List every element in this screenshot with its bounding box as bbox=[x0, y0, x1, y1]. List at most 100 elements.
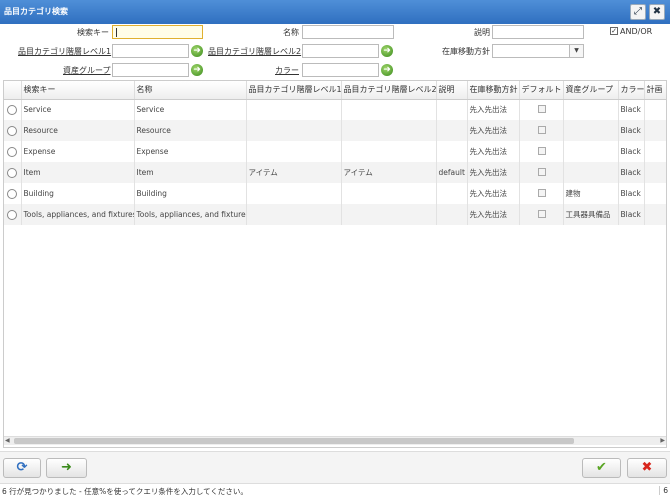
movement-policy-label: 在庫移動方針 bbox=[442, 47, 490, 56]
row-radio[interactable] bbox=[7, 209, 17, 220]
table-cell bbox=[644, 141, 666, 162]
name-input[interactable] bbox=[302, 25, 394, 39]
table-cell bbox=[341, 99, 437, 120]
refresh-button[interactable]: ⟳ bbox=[3, 458, 41, 478]
row-select-cell[interactable] bbox=[4, 141, 22, 162]
level2-label[interactable]: 品目カテゴリ階層レベル2 bbox=[208, 46, 301, 57]
level1-label[interactable]: 品目カテゴリ階層レベル1 bbox=[18, 46, 111, 57]
default-checkbox bbox=[537, 209, 546, 218]
arrow-right-icon: ➜ bbox=[61, 460, 72, 475]
row-radio[interactable] bbox=[7, 104, 17, 115]
column-header[interactable]: 品目カテゴリ階層レベル2 bbox=[341, 81, 437, 100]
table-cell bbox=[246, 99, 342, 120]
column-header[interactable]: 在庫移動方針 bbox=[467, 81, 520, 100]
movement-policy-select[interactable] bbox=[492, 44, 570, 58]
asset-group-label[interactable]: 資産グループ bbox=[63, 65, 111, 76]
table-cell bbox=[519, 141, 564, 162]
row-select-cell[interactable] bbox=[4, 204, 22, 225]
cancel-button[interactable]: ✖ bbox=[627, 458, 667, 478]
table-cell bbox=[341, 204, 437, 225]
asset-group-input[interactable] bbox=[112, 63, 189, 77]
status-bar: 6 行が見つかりました - 任意%を使ってクエリ条件を入力してください。 6 bbox=[0, 483, 670, 497]
table-cell: 工具器具備品 bbox=[563, 204, 619, 225]
column-header[interactable]: 資産グループ bbox=[563, 81, 619, 100]
row-radio[interactable] bbox=[7, 167, 17, 178]
scrollbar-thumb[interactable] bbox=[14, 438, 574, 444]
asset-group-lookup-icon[interactable]: ➜ bbox=[191, 64, 203, 76]
column-header[interactable]: 品目カテゴリ階層レベル1 bbox=[246, 81, 342, 100]
button-bar: ⟳ ➜ ✔ ✖ bbox=[0, 451, 670, 483]
table-cell bbox=[519, 204, 564, 225]
horizontal-scrollbar[interactable]: ◀ ▶ bbox=[4, 436, 666, 445]
table-cell: Building bbox=[21, 183, 135, 204]
search-key-input[interactable] bbox=[112, 25, 203, 39]
column-header[interactable]: 名称 bbox=[134, 81, 247, 100]
column-header[interactable]: デフォルト bbox=[519, 81, 564, 100]
row-radio[interactable] bbox=[7, 188, 17, 199]
chevron-down-icon[interactable]: ▼ bbox=[570, 44, 584, 58]
column-header[interactable]: 計画 bbox=[644, 81, 666, 100]
table-cell bbox=[519, 120, 564, 141]
table-cell: Black bbox=[618, 99, 645, 120]
table-cell: 先入先出法 bbox=[467, 204, 520, 225]
default-checkbox bbox=[537, 188, 546, 197]
table-cell bbox=[519, 162, 564, 183]
table-row[interactable]: Tools, appliances, and fixtures Tools, ap… bbox=[4, 204, 666, 225]
column-header[interactable]: カラー bbox=[618, 81, 645, 100]
description-label: 説明 bbox=[474, 28, 490, 37]
table-cell: Item bbox=[134, 162, 247, 183]
table-row[interactable]: Expense Expense 先入先出法 Black bbox=[4, 141, 666, 162]
scroll-left-icon[interactable]: ◀ bbox=[5, 437, 10, 444]
window-title: 品目カテゴリ検索 bbox=[4, 7, 68, 16]
close-icon[interactable]: ✖ bbox=[649, 4, 665, 20]
column-header[interactable]: 検索キー bbox=[21, 81, 135, 100]
table-cell: アイテム bbox=[341, 162, 437, 183]
window-titlebar: 品目カテゴリ検索 ⤢ ✖ bbox=[0, 0, 670, 24]
table-row[interactable]: Service Service 先入先出法 Black bbox=[4, 99, 666, 120]
table-cell: 先入先出法 bbox=[467, 141, 520, 162]
table-cell bbox=[644, 183, 666, 204]
level2-input[interactable] bbox=[302, 44, 379, 58]
row-select-cell[interactable] bbox=[4, 99, 22, 120]
ok-button[interactable]: ✔ bbox=[582, 458, 621, 478]
table-cell bbox=[436, 99, 468, 120]
table-cell: Black bbox=[618, 141, 645, 162]
level2-lookup-icon[interactable]: ➜ bbox=[381, 45, 393, 57]
column-header[interactable]: 説明 bbox=[436, 81, 468, 100]
row-select-cell[interactable] bbox=[4, 183, 22, 204]
table-header: 検索キー 名称 品目カテゴリ階層レベル1 品目カテゴリ階層レベル2 説明 在庫移… bbox=[4, 81, 666, 100]
color-lookup-icon[interactable]: ➜ bbox=[381, 64, 393, 76]
table-cell: Building bbox=[134, 183, 247, 204]
color-label[interactable]: カラー bbox=[275, 65, 299, 76]
row-select-cell[interactable] bbox=[4, 120, 22, 141]
zoom-button[interactable]: ➜ bbox=[46, 458, 87, 478]
and-or-label: AND/OR bbox=[620, 27, 653, 36]
level1-lookup-icon[interactable]: ➜ bbox=[191, 45, 203, 57]
row-radio[interactable] bbox=[7, 146, 17, 157]
table-cell bbox=[436, 120, 468, 141]
table-cell bbox=[436, 183, 468, 204]
default-checkbox bbox=[537, 167, 546, 176]
default-checkbox bbox=[537, 104, 546, 113]
maximize-icon[interactable]: ⤢ bbox=[630, 4, 646, 20]
table-cell: Tools, appliances, and fixtures bbox=[134, 204, 247, 225]
default-checkbox bbox=[537, 146, 546, 155]
table-cell bbox=[436, 204, 468, 225]
level1-input[interactable] bbox=[112, 44, 189, 58]
table-row[interactable]: Resource Resource 先入先出法 Black bbox=[4, 120, 666, 141]
table-cell bbox=[341, 120, 437, 141]
table-row[interactable]: Item Item アイテム アイテム default 先入先出法 Black bbox=[4, 162, 666, 183]
row-radio[interactable] bbox=[7, 125, 17, 136]
table-row[interactable]: Building Building 先入先出法 建物 Black bbox=[4, 183, 666, 204]
color-input[interactable] bbox=[302, 63, 379, 77]
row-select-cell[interactable] bbox=[4, 162, 22, 183]
description-input[interactable] bbox=[492, 25, 584, 39]
scroll-right-icon[interactable]: ▶ bbox=[660, 437, 665, 444]
table-cell bbox=[246, 204, 342, 225]
status-message: 6 行が見つかりました - 任意%を使ってクエリ条件を入力してください。 bbox=[2, 487, 248, 496]
table-cell: Black bbox=[618, 120, 645, 141]
and-or-checkbox[interactable]: ✓ bbox=[610, 27, 618, 35]
table-cell: Expense bbox=[21, 141, 135, 162]
table-cell: Black bbox=[618, 183, 645, 204]
table-cell bbox=[563, 141, 619, 162]
